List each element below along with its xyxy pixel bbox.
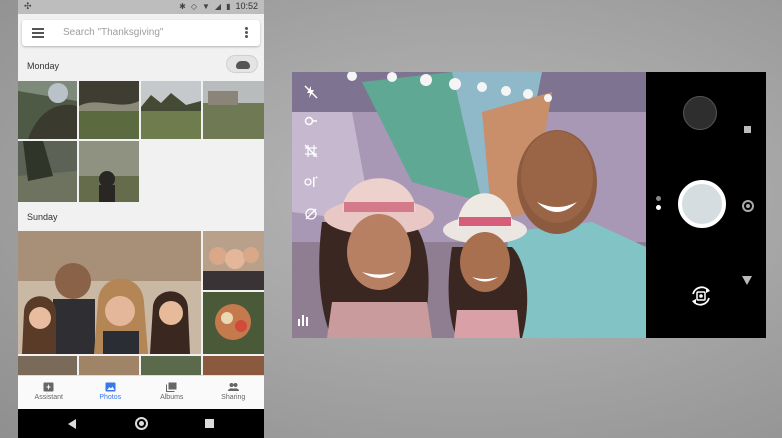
bluetooth-icon: ✱ — [179, 1, 186, 11]
histogram-icon[interactable] — [296, 312, 310, 326]
photo-thumbnail[interactable] — [141, 356, 201, 375]
nav-photos[interactable]: Photos — [80, 376, 142, 409]
more-options-icon[interactable] — [245, 27, 248, 39]
nav-sharing[interactable]: Sharing — [203, 376, 265, 409]
photo-thumbnail[interactable] — [18, 81, 77, 139]
thumbnail-preview[interactable] — [683, 96, 717, 130]
backup-cloud-button[interactable] — [226, 55, 258, 73]
more-icon[interactable] — [742, 276, 752, 285]
photo-thumbnail[interactable] — [18, 141, 77, 202]
photo-thumbnail[interactable] — [79, 81, 139, 139]
clock: 10:52 — [235, 1, 258, 11]
photo-thumbnail[interactable] — [203, 292, 264, 354]
photo-thumbnail[interactable] — [18, 231, 201, 354]
android-navigation-bar — [18, 409, 264, 438]
home-icon[interactable] — [135, 417, 148, 430]
photo-thumbnail[interactable] — [141, 81, 201, 139]
notification-icon: ✣ — [24, 1, 32, 11]
cloud-icon — [236, 61, 250, 69]
albums-icon — [166, 382, 177, 392]
section-label-monday: Monday — [27, 61, 60, 71]
exposure-icon[interactable] — [304, 207, 318, 221]
grid-icon[interactable] — [304, 144, 318, 158]
status-bar: ✣ ✱ ◇ ▼ ◢ ▮ 10:52 — [18, 0, 264, 14]
sharing-icon — [227, 383, 239, 391]
photos-icon — [105, 382, 116, 392]
recents-icon[interactable] — [205, 419, 214, 428]
camera-controls — [646, 72, 766, 338]
nav-albums[interactable]: Albums — [141, 376, 203, 409]
data-icon: ◇ — [190, 1, 197, 11]
search-bar[interactable]: Search "Thanksgiving" — [22, 20, 260, 46]
nav-assistant[interactable]: Assistant — [18, 376, 80, 409]
photo-thumbnail[interactable] — [79, 141, 139, 202]
flash-off-icon[interactable] — [304, 85, 318, 99]
video-mode-icon[interactable] — [742, 200, 754, 212]
photo-thumbnail[interactable] — [18, 356, 77, 375]
photo-thumbnail[interactable] — [203, 356, 264, 375]
timer-icon[interactable] — [304, 114, 318, 128]
search-input[interactable]: Search "Thanksgiving" — [63, 27, 163, 38]
switch-camera-icon[interactable] — [687, 282, 715, 310]
photo-thumbnail[interactable] — [203, 81, 264, 139]
hdr-icon[interactable] — [304, 175, 318, 189]
camera-viewfinder[interactable] — [292, 72, 646, 338]
shutter-button[interactable] — [678, 180, 726, 228]
assistant-icon — [43, 382, 54, 392]
viewfinder-scene — [292, 72, 646, 338]
back-icon[interactable] — [68, 419, 76, 429]
battery-icon: ▮ — [226, 1, 231, 11]
photo-thumbnail[interactable] — [203, 231, 264, 290]
mode-indicator-icon — [656, 196, 662, 214]
menu-icon[interactable] — [32, 28, 44, 38]
wifi-icon: ▼ — [201, 1, 210, 11]
camera-app — [292, 72, 766, 338]
bottom-navigation: Assistant Photos Albums Sharing — [18, 375, 264, 409]
photo-thumbnail[interactable] — [79, 356, 139, 375]
photo-mode-icon[interactable] — [744, 126, 751, 133]
signal-icon: ◢ — [214, 1, 222, 11]
phone-screen: ✣ ✱ ◇ ▼ ◢ ▮ 10:52 Search "Thanksgiving" … — [18, 0, 264, 438]
section-label-sunday: Sunday — [27, 212, 58, 222]
